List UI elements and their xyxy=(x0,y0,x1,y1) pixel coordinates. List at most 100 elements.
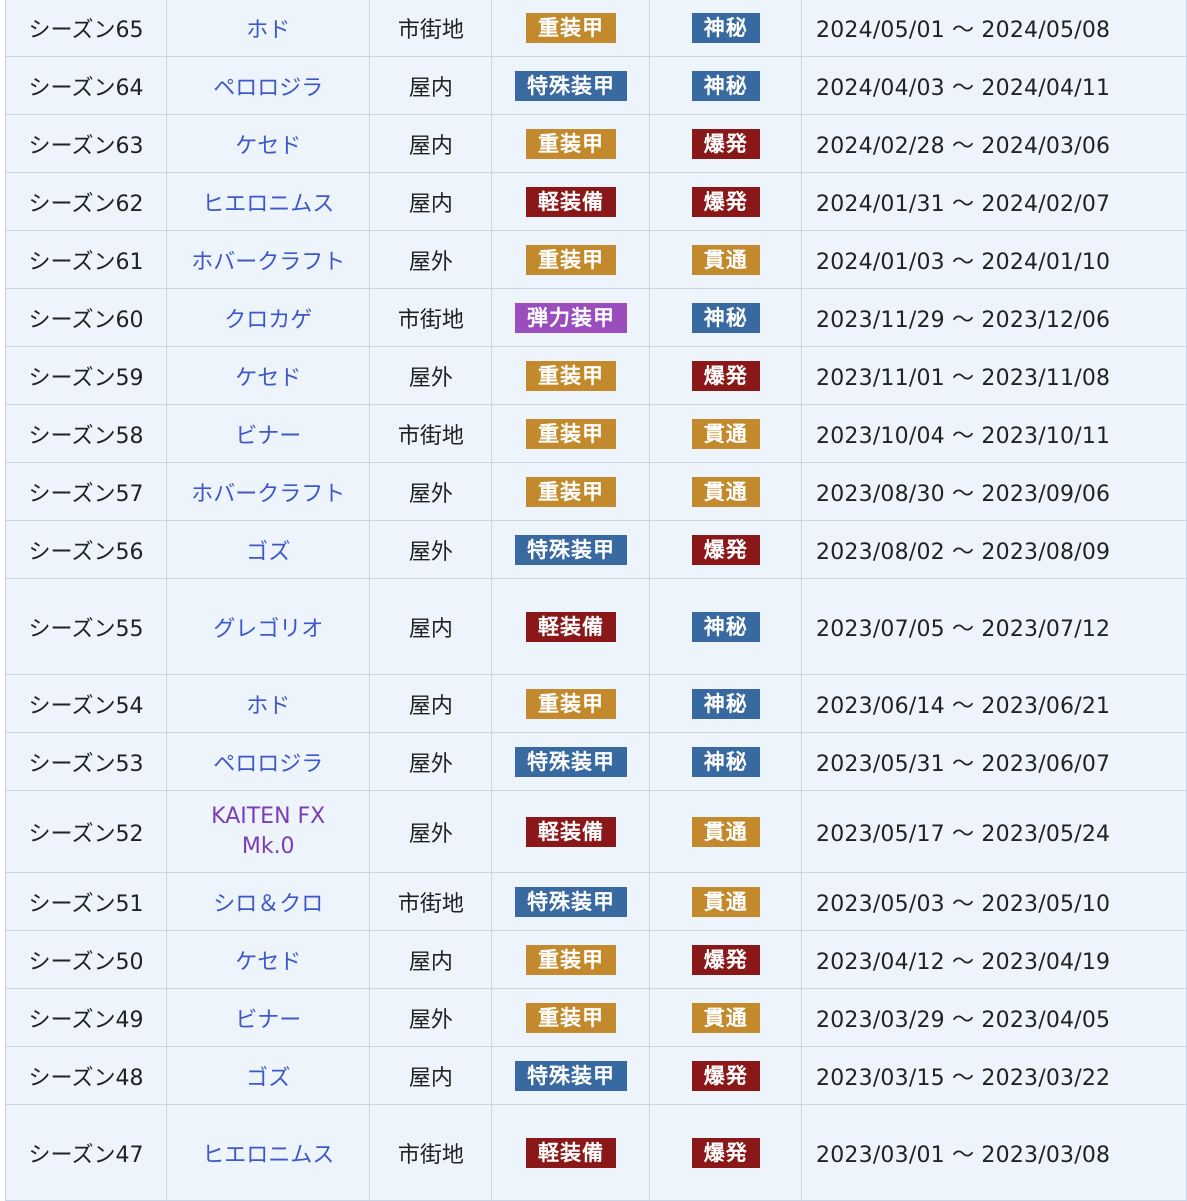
attack-type-badge: 貫通 xyxy=(691,1002,760,1033)
boss-link[interactable]: ヒエロニムス xyxy=(166,1104,371,1201)
boss-link[interactable]: シロ＆クロ xyxy=(166,872,371,931)
table-row: シーズン57 ホバークラフト 屋外 重装甲 貫通 2023/08/30 ～ 2023/09… xyxy=(4,462,1187,521)
period-cell: 2023/03/01 ～ 2023/03/08 xyxy=(801,1104,1187,1201)
attack-type-badge: 貫通 xyxy=(691,244,760,275)
attack-type-badge: 神秘 xyxy=(691,688,760,719)
armor-type-badge: 重装甲 xyxy=(525,1002,616,1033)
attack-type-badge: 爆発 xyxy=(691,360,760,391)
table-row: シーズン59 ケセド 屋外 重装甲 爆発 2023/11/01 ～ 2023/11/08 xyxy=(4,346,1187,405)
attack-cell: 爆発 xyxy=(649,520,803,579)
boss-link[interactable]: ホバークラフト xyxy=(166,462,371,521)
terrain-cell: 屋外 xyxy=(369,988,493,1047)
season-cell: シーズン57 xyxy=(4,462,168,521)
armor-cell: 軽装備 xyxy=(491,172,651,231)
attack-cell: 爆発 xyxy=(649,930,803,989)
table-row: シーズン56 ゴズ 屋外 特殊装甲 爆発 2023/08/02 ～ 2023/08/09 xyxy=(4,520,1187,579)
boss-link[interactable]: ホバークラフト xyxy=(166,230,371,289)
table-row: シーズン61 ホバークラフト 屋外 重装甲 貫通 2024/01/03 ～ 2024/01… xyxy=(4,230,1187,289)
attack-type-badge: 爆発 xyxy=(691,128,760,159)
armor-cell: 特殊装甲 xyxy=(491,520,651,579)
table-row: シーズン53 ペロロジラ 屋外 特殊装甲 神秘 2023/05/31 ～ 2023/06/… xyxy=(4,732,1187,791)
attack-type-badge: 貫通 xyxy=(691,816,760,847)
terrain-cell: 屋内 xyxy=(369,56,493,115)
table-row: シーズン47 ヒエロニムス 市街地 軽装備 爆発 2023/03/01 ～ 2023/03… xyxy=(4,1104,1187,1201)
armor-type-badge: 軽装備 xyxy=(525,611,616,642)
attack-cell: 貫通 xyxy=(649,872,803,931)
attack-type-badge: 爆発 xyxy=(691,1060,760,1091)
armor-cell: 重装甲 xyxy=(491,462,651,521)
attack-cell: 貫通 xyxy=(649,404,803,463)
boss-link[interactable]: グレゴリオ xyxy=(166,578,371,675)
attack-type-badge: 貫通 xyxy=(691,886,760,917)
armor-cell: 軽装備 xyxy=(491,578,651,675)
terrain-cell: 屋内 xyxy=(369,674,493,733)
armor-cell: 重装甲 xyxy=(491,230,651,289)
boss-link-label[interactable]: KAITEN FX Mk.0 xyxy=(198,802,338,862)
table-row: シーズン48 ゴズ 屋内 特殊装甲 爆発 2023/03/15 ～ 2023/03/22 xyxy=(4,1046,1187,1105)
boss-link[interactable]: ケセド xyxy=(166,930,371,989)
terrain-cell: 屋外 xyxy=(369,732,493,791)
armor-cell: 軽装備 xyxy=(491,790,651,873)
armor-type-badge: 重装甲 xyxy=(525,244,616,275)
table-row: シーズン62 ヒエロニムス 屋内 軽装備 爆発 2024/01/31 ～ 2024/02/… xyxy=(4,172,1187,231)
boss-link[interactable]: ゴズ xyxy=(166,1046,371,1105)
boss-link[interactable]: ホド xyxy=(166,0,371,57)
season-cell: シーズン55 xyxy=(4,578,168,675)
season-cell: シーズン60 xyxy=(4,288,168,347)
season-cell: シーズン53 xyxy=(4,732,168,791)
table-row: シーズン49 ビナー 屋外 重装甲 貫通 2023/03/29 ～ 2023/04/05 xyxy=(4,988,1187,1047)
attack-type-badge: 神秘 xyxy=(691,746,760,777)
terrain-cell: 屋内 xyxy=(369,1046,493,1105)
terrain-cell: 屋内 xyxy=(369,578,493,675)
attack-cell: 爆発 xyxy=(649,172,803,231)
armor-type-badge: 重装甲 xyxy=(525,476,616,507)
period-cell: 2023/05/17 ～ 2023/05/24 xyxy=(801,790,1187,873)
attack-cell: 貫通 xyxy=(649,790,803,873)
season-cell: シーズン48 xyxy=(4,1046,168,1105)
attack-type-badge: 爆発 xyxy=(691,534,760,565)
boss-link[interactable]: ホド xyxy=(166,674,371,733)
boss-link[interactable]: ペロロジラ xyxy=(166,56,371,115)
armor-cell: 重装甲 xyxy=(491,988,651,1047)
attack-type-badge: 爆発 xyxy=(691,944,760,975)
period-cell: 2023/10/04 ～ 2023/10/11 xyxy=(801,404,1187,463)
season-cell: シーズン54 xyxy=(4,674,168,733)
boss-link[interactable]: ビナー xyxy=(166,988,371,1047)
attack-type-badge: 神秘 xyxy=(691,12,760,43)
armor-type-badge: 軽装備 xyxy=(525,1137,616,1168)
boss-link[interactable]: クロカゲ xyxy=(166,288,371,347)
season-cell: シーズン62 xyxy=(4,172,168,231)
season-cell: シーズン63 xyxy=(4,114,168,173)
table-row: シーズン63 ケセド 屋内 重装甲 爆発 2024/02/28 ～ 2024/03/06 xyxy=(4,114,1187,173)
armor-type-badge: 軽装備 xyxy=(525,186,616,217)
season-cell: シーズン52 xyxy=(4,790,168,873)
boss-link[interactable]: ビナー xyxy=(166,404,371,463)
season-cell: シーズン59 xyxy=(4,346,168,405)
season-cell: シーズン51 xyxy=(4,872,168,931)
armor-type-badge: 特殊装甲 xyxy=(514,746,627,777)
boss-link[interactable]: ケセド xyxy=(166,114,371,173)
raid-season-table: シーズン65 ホド 市街地 重装甲 神秘 2024/05/01 ～ 2024/05/08 シ… xyxy=(4,0,1187,1201)
period-cell: 2023/07/05 ～ 2023/07/12 xyxy=(801,578,1187,675)
terrain-cell: 屋内 xyxy=(369,172,493,231)
season-cell: シーズン56 xyxy=(4,520,168,579)
period-cell: 2023/04/12 ～ 2023/04/19 xyxy=(801,930,1187,989)
terrain-cell: 屋外 xyxy=(369,790,493,873)
table-row: シーズン50 ケセド 屋内 重装甲 爆発 2023/04/12 ～ 2023/04/19 xyxy=(4,930,1187,989)
terrain-cell: 屋外 xyxy=(369,230,493,289)
period-cell: 2024/05/01 ～ 2024/05/08 xyxy=(801,0,1187,57)
boss-link[interactable]: ヒエロニムス xyxy=(166,172,371,231)
boss-link[interactable]: ゴズ xyxy=(166,520,371,579)
attack-cell: 爆発 xyxy=(649,1104,803,1201)
boss-link[interactable]: ペロロジラ xyxy=(166,732,371,791)
boss-link[interactable]: KAITEN FX Mk.0 xyxy=(166,790,371,873)
terrain-cell: 市街地 xyxy=(369,288,493,347)
terrain-cell: 屋外 xyxy=(369,346,493,405)
period-cell: 2024/01/03 ～ 2024/01/10 xyxy=(801,230,1187,289)
period-cell: 2023/03/15 ～ 2023/03/22 xyxy=(801,1046,1187,1105)
terrain-cell: 屋内 xyxy=(369,930,493,989)
boss-link[interactable]: ケセド xyxy=(166,346,371,405)
attack-cell: 神秘 xyxy=(649,578,803,675)
armor-cell: 特殊装甲 xyxy=(491,1046,651,1105)
armor-cell: 重装甲 xyxy=(491,404,651,463)
